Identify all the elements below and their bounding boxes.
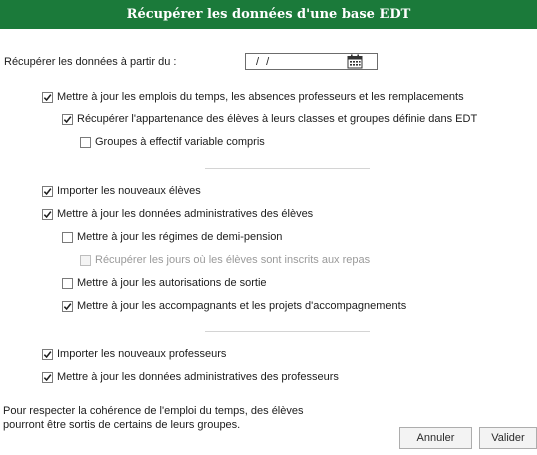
option-meal-days: Récupérer les jours où les élèves sont i… xyxy=(80,251,370,269)
separator xyxy=(205,331,370,332)
option-import-new-teachers[interactable]: Importer les nouveaux professeurs xyxy=(42,345,226,363)
option-import-new-students[interactable]: Importer les nouveaux élèves xyxy=(42,182,201,200)
calendar-icon[interactable] xyxy=(347,54,363,69)
checkbox-teacher-admin-data[interactable] xyxy=(42,371,53,383)
option-teacher-admin-data[interactable]: Mettre à jour les données administrative… xyxy=(42,368,339,386)
checkbox-variable-groups[interactable] xyxy=(80,136,91,148)
option-label: Groupes à effectif variable compris xyxy=(95,136,265,148)
date-label: Récupérer les données à partir du : xyxy=(4,56,177,68)
option-label: Importer les nouveaux professeurs xyxy=(57,348,227,360)
checkbox-meal-plans[interactable] xyxy=(62,231,73,243)
option-label: Récupérer les jours où les élèves sont i… xyxy=(95,254,371,266)
option-label: Récupérer l'appartenance des élèves à le… xyxy=(77,113,478,125)
validate-button[interactable]: Valider xyxy=(479,427,537,449)
option-label: Importer les nouveaux élèves xyxy=(57,185,201,197)
option-label: Mettre à jour les autorisations de sorti… xyxy=(77,277,267,289)
option-label: Mettre à jour les données administrative… xyxy=(57,371,339,383)
date-row: Récupérer les données à partir du : xyxy=(4,53,176,71)
date-input[interactable]: / / xyxy=(245,53,378,70)
cancel-button[interactable]: Annuler xyxy=(399,427,472,449)
checkbox-update-timetables[interactable] xyxy=(42,91,53,103)
option-label: Mettre à jour les emplois du temps, les … xyxy=(57,91,464,103)
checkbox-import-new-students[interactable] xyxy=(42,185,53,197)
option-label: Mettre à jour les données administrative… xyxy=(57,208,314,220)
separator xyxy=(205,168,370,169)
option-meal-plans[interactable]: Mettre à jour les régimes de demi-pensio… xyxy=(62,228,282,246)
checkbox-meal-days xyxy=(80,254,91,266)
edt-import-dialog: Récupérer les données d'une base EDT Réc… xyxy=(0,0,537,455)
note-line-2: pourront être sortis de certains de leur… xyxy=(3,419,241,431)
option-student-admin-data[interactable]: Mettre à jour les données administrative… xyxy=(42,205,313,223)
option-class-membership[interactable]: Récupérer l'appartenance des élèves à le… xyxy=(62,110,477,128)
checkbox-student-admin-data[interactable] xyxy=(42,208,53,220)
option-update-timetables[interactable]: Mettre à jour les emplois du temps, les … xyxy=(42,88,464,106)
checkbox-import-new-teachers[interactable] xyxy=(42,348,53,360)
dialog-title: Récupérer les données d'une base EDT xyxy=(0,0,537,29)
checkbox-companions-projects[interactable] xyxy=(62,300,73,312)
option-label: Mettre à jour les accompagnants et les p… xyxy=(77,300,407,312)
option-companions-projects[interactable]: Mettre à jour les accompagnants et les p… xyxy=(62,297,406,315)
date-value: / / xyxy=(256,55,272,68)
option-variable-groups[interactable]: Groupes à effectif variable compris xyxy=(80,133,265,151)
note-line-1: Pour respecter la cohérence de l'emploi … xyxy=(3,405,304,417)
option-label: Mettre à jour les régimes de demi-pensio… xyxy=(77,231,283,243)
checkbox-class-membership[interactable] xyxy=(62,113,73,125)
option-exit-authorizations[interactable]: Mettre à jour les autorisations de sorti… xyxy=(62,274,267,292)
checkbox-exit-authorizations[interactable] xyxy=(62,277,73,289)
coherence-note: Pour respecter la cohérence de l'emploi … xyxy=(3,404,373,432)
